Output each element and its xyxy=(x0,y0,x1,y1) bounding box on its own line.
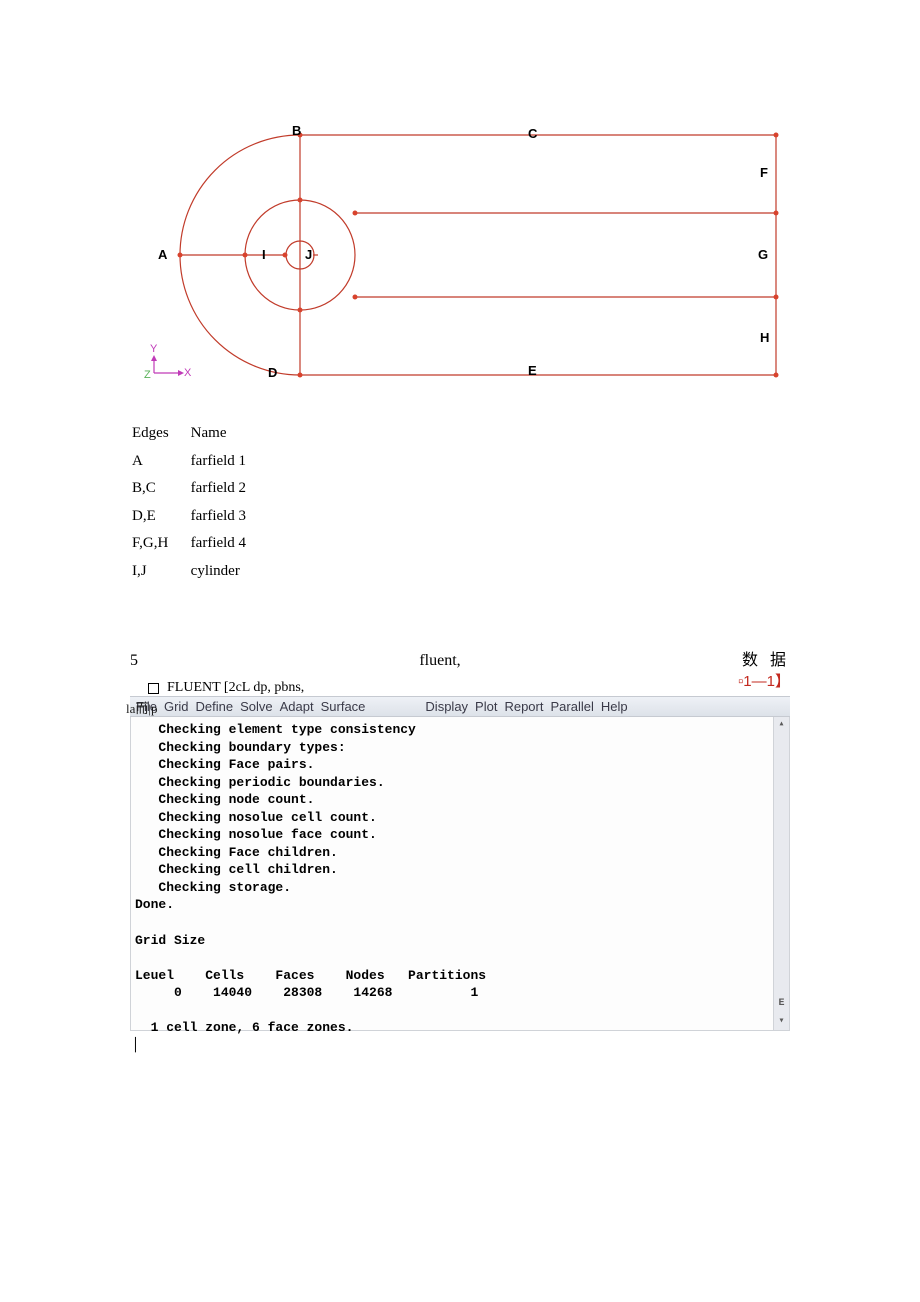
window-title: FLUENT [2cL dp, pbns, xyxy=(167,680,304,696)
window-controls[interactable]: ▫1—1】 xyxy=(738,670,790,691)
table-row: D,Efarfield 3 xyxy=(132,504,266,530)
scroll-mark: E xyxy=(778,997,784,1011)
diagram-svg xyxy=(140,125,780,385)
section-right: 数 据 xyxy=(742,646,790,670)
table-row: Afarfield 1 xyxy=(132,449,266,475)
label-I: I xyxy=(262,247,266,262)
fluent-window: ▫1—1】 FLUENT [2cL dp, pbns, la而|p File G… xyxy=(130,680,790,1031)
label-B: B xyxy=(292,123,301,138)
app-icon xyxy=(148,683,159,694)
label-G: G xyxy=(758,247,768,262)
menu-help[interactable]: Help xyxy=(601,699,628,714)
menu-plot[interactable]: Plot xyxy=(475,699,497,714)
console-text: Checking element type consistency Checki… xyxy=(135,722,486,1053)
table-row: I,Jcylinder xyxy=(132,559,266,585)
fluent-menubar: la而|p File Grid Define Solve Adapt Surfa… xyxy=(130,696,790,717)
fluent-console[interactable]: Checking element type consistency Checki… xyxy=(130,717,790,1031)
axis-y: Y xyxy=(150,343,157,355)
edges-name-table: Edges Name Afarfield 1 B,Cfarfield 2 D,E… xyxy=(130,419,268,586)
table-row: B,Cfarfield 2 xyxy=(132,476,266,502)
scroll-down-icon[interactable]: ▾ xyxy=(778,1014,784,1030)
menu-display[interactable]: Display xyxy=(425,699,468,714)
fluent-titlebar: FLUENT [2cL dp, pbns, xyxy=(130,680,790,696)
overlay-text: la而|p xyxy=(126,698,158,717)
label-J: J xyxy=(305,247,312,262)
label-A: A xyxy=(158,247,167,262)
menu-surface[interactable]: Surface xyxy=(321,699,366,714)
section-heading: 5 fluent, 数 据 xyxy=(130,646,790,670)
label-F: F xyxy=(760,165,768,180)
table-row: F,G,Hfarfield 4 xyxy=(132,531,266,557)
header-name: Name xyxy=(191,421,266,447)
axis-x: X xyxy=(184,367,191,379)
menu-grid[interactable]: Grid xyxy=(164,699,189,714)
menu-define[interactable]: Define xyxy=(196,699,234,714)
menu-solve[interactable]: Solve xyxy=(240,699,273,714)
table-header-row: Edges Name xyxy=(132,421,266,447)
scroll-up-icon[interactable]: ▴ xyxy=(778,717,784,733)
menu-report[interactable]: Report xyxy=(504,699,543,714)
header-edges: Edges xyxy=(132,421,189,447)
axis-z: Z xyxy=(144,369,151,381)
label-E: E xyxy=(528,363,537,378)
section-middle: fluent, xyxy=(419,652,460,670)
label-H: H xyxy=(760,330,769,345)
menu-parallel[interactable]: Parallel xyxy=(550,699,593,714)
scrollbar[interactable]: ▴ E ▾ xyxy=(773,717,789,1030)
label-C: C xyxy=(528,126,537,141)
menu-adapt[interactable]: Adapt xyxy=(280,699,314,714)
step-number: 5 xyxy=(130,652,138,670)
label-D: D xyxy=(268,365,277,380)
mesh-diagram: A B C D E F G H I J Y Z X xyxy=(140,125,780,385)
